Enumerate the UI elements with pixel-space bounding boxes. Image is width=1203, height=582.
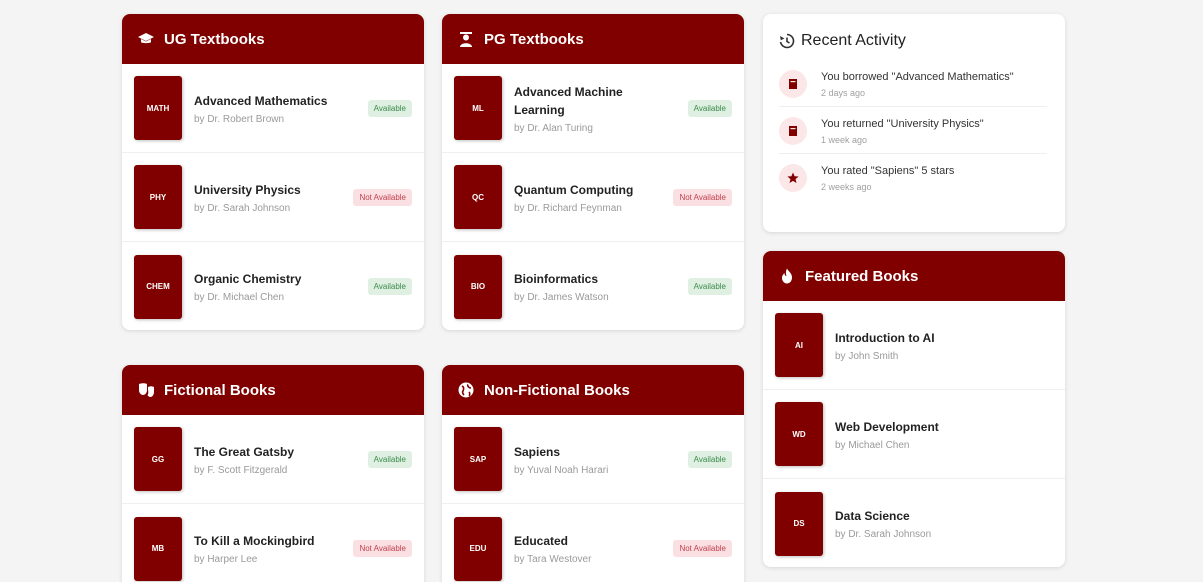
book-title[interactable]: Organic Chemistry xyxy=(194,270,368,288)
book-title[interactable]: Bioinformatics xyxy=(514,270,688,288)
status-badge: Available xyxy=(367,278,412,295)
book-author: by Dr. Sarah Johnson xyxy=(835,529,932,540)
book-row[interactable]: GG The Great Gatsby by F. Scott Fitzgera… xyxy=(122,415,424,504)
featured-book-row[interactable]: DS Data Science by Dr. Sarah Johnson xyxy=(763,479,1065,567)
status-badge: Available xyxy=(687,99,732,117)
status-badge: Not Available xyxy=(353,540,412,557)
ug-textbooks-card: UG Textbooks MATH Advanced Mathematics b… xyxy=(122,14,424,330)
fire-icon xyxy=(777,266,797,286)
non-fictional-books-header: Non-Fictional Books xyxy=(442,365,744,415)
non-fictional-books-title: Non-Fictional Books xyxy=(484,381,630,399)
book-author: by Harper Lee xyxy=(194,554,258,565)
activity-time: 1 week ago xyxy=(821,135,868,145)
ug-textbooks-title: UG Textbooks xyxy=(164,30,265,48)
fictional-books-header: Fictional Books xyxy=(122,365,424,415)
book-cover: GG xyxy=(134,427,182,491)
pg-textbooks-card: PG Textbooks ML Advanced Machine Learnin… xyxy=(442,14,744,330)
book-cover: MB xyxy=(134,516,182,581)
book-row[interactable]: MATH Advanced Mathematics by Dr. Robert … xyxy=(122,64,424,153)
book-author: by Tara Westover xyxy=(514,554,592,565)
book-row[interactable]: MB To Kill a Mockingbird by Harper Lee N… xyxy=(122,504,424,582)
status-badge: Available xyxy=(367,99,412,117)
book-icon xyxy=(779,117,807,145)
book-author: by John Smith xyxy=(835,350,899,362)
activity-text: You returned "University Physics" xyxy=(821,118,984,130)
activity-item: You borrowed "Advanced Mathematics" 2 da… xyxy=(779,60,1047,107)
book-cover: WD xyxy=(775,402,823,466)
activity-text: You borrowed "Advanced Mathematics" xyxy=(821,71,1014,83)
book-author: by Dr. Michael Chen xyxy=(194,292,285,303)
user-graduate-icon xyxy=(456,29,476,49)
graduation-cap-icon xyxy=(136,29,156,49)
activity-text: You rated "Sapiens" 5 stars xyxy=(821,165,955,177)
book-row[interactable]: PHY University Physics by Dr. Sarah John… xyxy=(122,153,424,242)
pg-textbooks-header: PG Textbooks xyxy=(442,14,744,64)
book-cover: AI xyxy=(775,313,823,377)
book-title[interactable]: The Great Gatsby xyxy=(194,443,368,461)
book-row[interactable]: CHEM Organic Chemistry by Dr. Michael Ch… xyxy=(122,242,424,330)
book-title[interactable]: Sapiens xyxy=(514,443,688,461)
status-badge: Available xyxy=(687,450,732,468)
activity-item: You returned "University Physics" 1 week… xyxy=(779,107,1047,154)
book-title[interactable]: Data Science xyxy=(835,507,1053,525)
book-cover: CHEM xyxy=(134,254,182,319)
book-cover: DS xyxy=(775,491,823,556)
fictional-books-title: Fictional Books xyxy=(164,381,276,399)
book-icon xyxy=(779,70,807,98)
book-title[interactable]: Web Development xyxy=(835,418,1053,436)
recent-activity-heading: Recent Activity xyxy=(763,14,1065,60)
book-row[interactable]: QC Quantum Computing by Dr. Richard Feyn… xyxy=(442,153,744,242)
non-fictional-books-card: Non-Fictional Books SAP Sapiens by Yuval… xyxy=(442,365,744,582)
book-author: by F. Scott Fitzgerald xyxy=(194,464,288,476)
book-author: by Dr. James Watson xyxy=(514,292,609,303)
book-author: by Dr. Richard Feynman xyxy=(514,202,622,214)
book-cover: MATH xyxy=(134,76,182,140)
book-cover: QC xyxy=(454,165,502,229)
featured-books-header: Featured Books xyxy=(763,251,1065,301)
book-cover: PHY xyxy=(134,165,182,229)
globe-icon xyxy=(456,380,476,400)
fictional-books-card: Fictional Books GG The Great Gatsby by F… xyxy=(122,365,424,582)
book-cover: EDU xyxy=(454,516,502,581)
book-author: by Michael Chen xyxy=(835,439,910,451)
book-author: by Dr. Robert Brown xyxy=(194,113,285,125)
status-badge: Not Available xyxy=(673,188,732,206)
book-row[interactable]: ML Advanced Machine Learning by Dr. Alan… xyxy=(442,64,744,153)
book-title[interactable]: Advanced Mathematics xyxy=(194,92,368,110)
book-row[interactable]: EDU Educated by Tara Westover Not Availa… xyxy=(442,504,744,582)
book-author: by Dr. Sarah Johnson xyxy=(194,202,291,214)
featured-books-title: Featured Books xyxy=(805,267,919,285)
featured-books-card: Featured Books AI Introduction to AI by … xyxy=(763,251,1065,567)
book-title[interactable]: Introduction to AI xyxy=(835,329,1053,347)
history-icon xyxy=(779,33,795,49)
book-cover: SAP xyxy=(454,427,502,491)
recent-activity-title: Recent Activity xyxy=(801,32,906,49)
status-badge: Not Available xyxy=(353,188,412,206)
book-title[interactable]: Advanced Machine Learning xyxy=(514,83,634,119)
book-row[interactable]: SAP Sapiens by Yuval Noah Harari Availab… xyxy=(442,415,744,504)
book-title[interactable]: Quantum Computing xyxy=(514,181,673,199)
book-row[interactable]: BIO Bioinformatics by Dr. James Watson A… xyxy=(442,242,744,330)
book-title[interactable]: To Kill a Mockingbird xyxy=(194,532,353,550)
recent-activity-card: Recent Activity You borrowed "Advanced M… xyxy=(763,14,1065,232)
book-author: by Yuval Noah Harari xyxy=(514,464,609,476)
book-title[interactable]: Educated xyxy=(514,532,673,550)
book-cover: BIO xyxy=(454,254,502,319)
ug-textbooks-header: UG Textbooks xyxy=(122,14,424,64)
featured-book-row[interactable]: AI Introduction to AI by John Smith xyxy=(763,301,1065,390)
status-badge: Available xyxy=(687,278,732,295)
status-badge: Available xyxy=(367,450,412,468)
activity-time: 2 days ago xyxy=(821,88,866,98)
pg-textbooks-title: PG Textbooks xyxy=(484,30,584,48)
book-cover: ML xyxy=(454,76,502,140)
featured-book-row[interactable]: WD Web Development by Michael Chen xyxy=(763,390,1065,479)
book-title[interactable]: University Physics xyxy=(194,181,353,199)
status-badge: Not Available xyxy=(673,540,732,557)
activity-item: You rated "Sapiens" 5 stars 2 weeks ago xyxy=(779,154,1047,200)
book-author: by Dr. Alan Turing xyxy=(514,122,593,134)
star-icon xyxy=(779,164,807,192)
theater-masks-icon xyxy=(136,380,156,400)
activity-time: 2 weeks ago xyxy=(821,182,872,192)
